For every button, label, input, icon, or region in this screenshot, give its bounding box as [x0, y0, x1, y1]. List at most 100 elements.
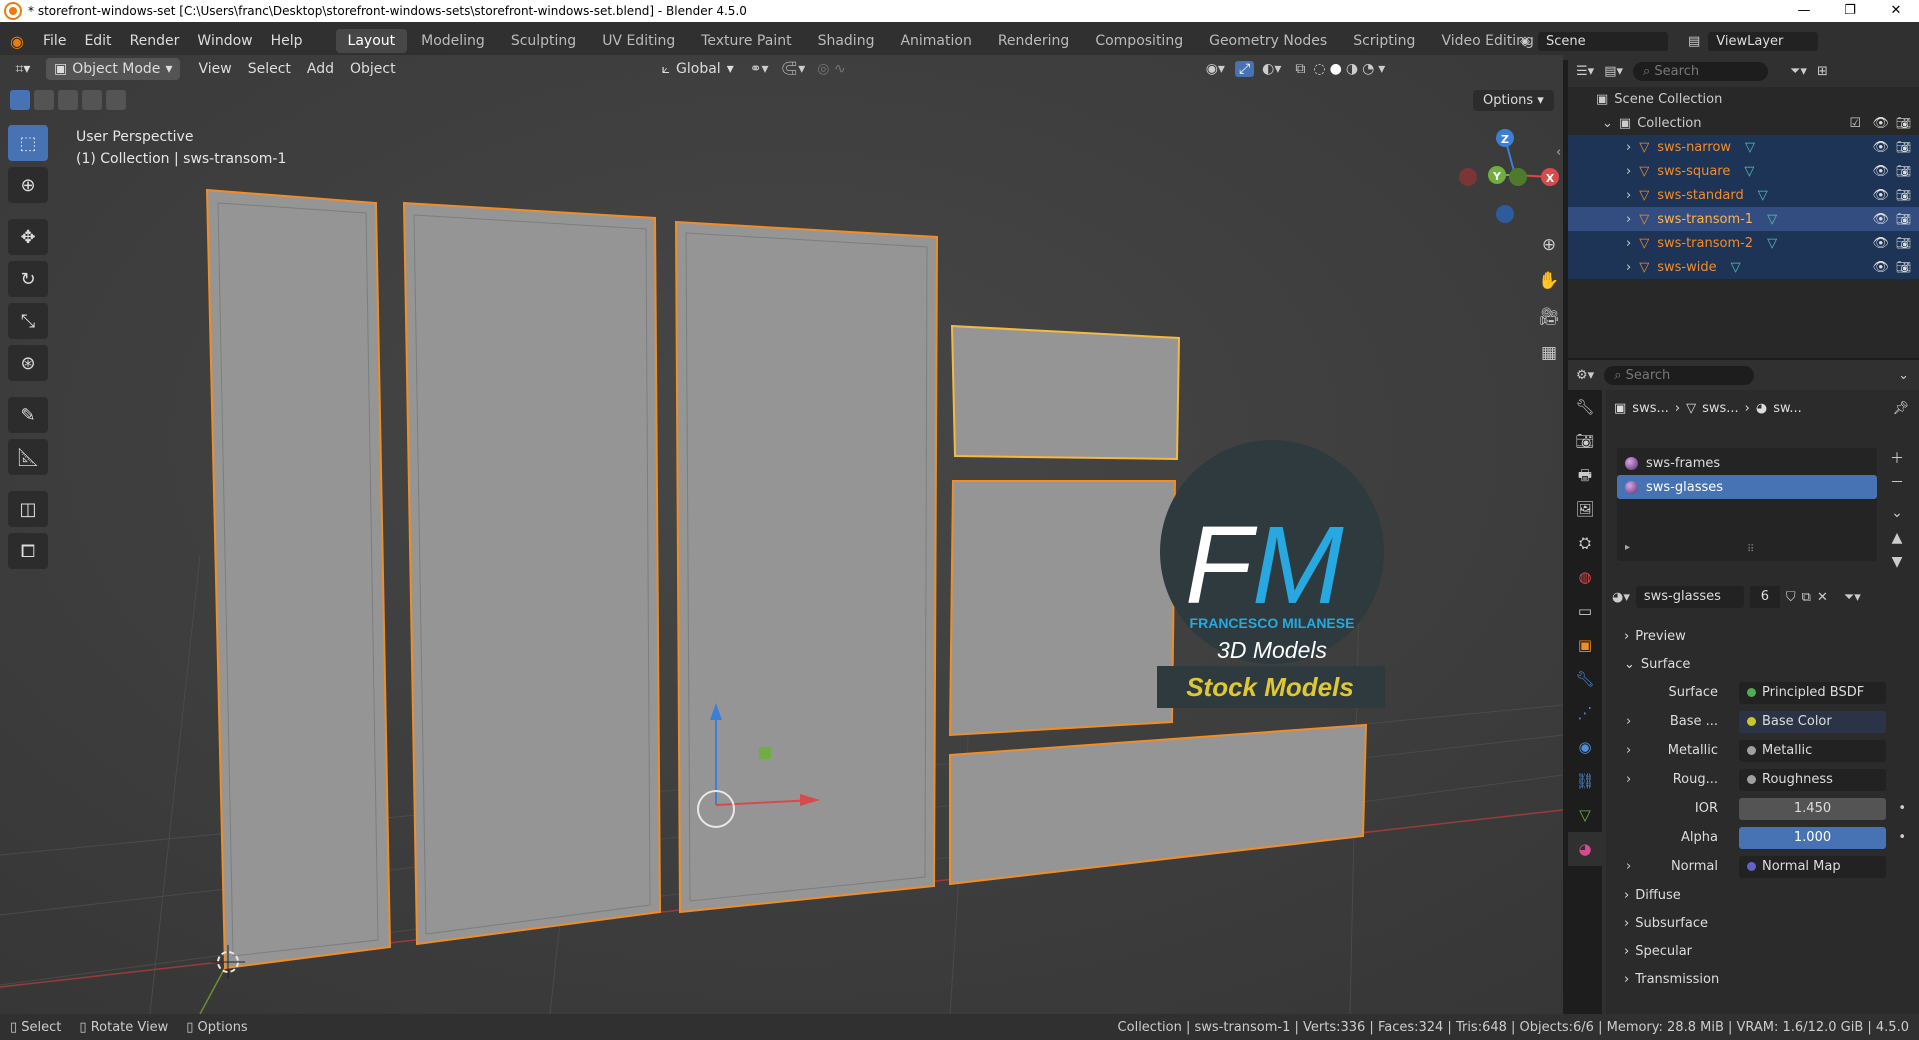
- menu-edit[interactable]: Edit: [75, 33, 120, 49]
- slot-specials-icon[interactable]: ⌄: [1885, 496, 1909, 530]
- eye-icon[interactable]: 👁︎: [1872, 188, 1889, 203]
- xray-icon[interactable]: ⧉: [1295, 61, 1305, 77]
- minimize-button[interactable]: —: [1781, 0, 1827, 22]
- viewlayer-icon[interactable]: ▤: [1688, 34, 1700, 49]
- select-invert-icon[interactable]: [82, 90, 102, 110]
- mesh-data-icon[interactable]: ▽: [1731, 260, 1741, 275]
- material-slot-sws-frames[interactable]: sws-frames: [1617, 451, 1877, 475]
- mode-selector[interactable]: ▣ Object Mode ▾: [46, 58, 181, 80]
- add-cube-tool[interactable]: ◫: [8, 491, 48, 527]
- close-button[interactable]: ✕: [1873, 0, 1919, 22]
- expand-arrow-icon[interactable]: ›: [1626, 772, 1631, 787]
- panel-sws-square[interactable]: [402, 201, 662, 946]
- menu-render[interactable]: Render: [121, 33, 189, 49]
- outliner-item-sws-narrow[interactable]: › ▽ sws-narrow ▽ 👁︎ 📷︎: [1568, 135, 1919, 159]
- output-tab-icon[interactable]: 🖶︎: [1568, 458, 1602, 492]
- properties-editor-icon[interactable]: ⚙▾: [1576, 368, 1594, 383]
- constraints-tab-icon[interactable]: ⛓: [1568, 764, 1602, 798]
- viewlayer-selector[interactable]: ViewLayer: [1708, 31, 1819, 51]
- gizmo-toggle-icon[interactable]: ⤢: [1234, 61, 1255, 77]
- rotate-tool[interactable]: ↻: [8, 261, 48, 297]
- scene-icon[interactable]: ◈: [1520, 34, 1530, 49]
- select-box-tool[interactable]: ⬚: [8, 125, 48, 161]
- expand-arrow-icon[interactable]: ›: [1626, 212, 1631, 227]
- panel-sws-narrow[interactable]: [205, 188, 392, 970]
- select-new-icon[interactable]: [10, 90, 30, 110]
- keyframe-dot-icon[interactable]: •: [1898, 801, 1906, 816]
- shading-modes[interactable]: ◌ ● ◑ ◔ ▾: [1313, 61, 1385, 77]
- measure-tool[interactable]: 📐︎: [8, 439, 48, 475]
- data-tab-icon[interactable]: ▽: [1568, 798, 1602, 832]
- modifier-tab-icon[interactable]: 🔧︎: [1568, 662, 1602, 696]
- properties-search-input[interactable]: ⌕ Search: [1604, 365, 1755, 385]
- properties-options-icon[interactable]: ⌄: [1898, 368, 1909, 383]
- add-object-tool[interactable]: ⧠: [8, 533, 48, 569]
- panel-sws-transom-2[interactable]: [948, 480, 1177, 737]
- restore-button[interactable]: ❐: [1827, 0, 1873, 22]
- transmission-section[interactable]: › Transmission: [1612, 965, 1912, 993]
- resize-handle-icon[interactable]: ⠿: [1747, 544, 1754, 555]
- select-subtract-icon[interactable]: [58, 90, 78, 110]
- material-shading-icon[interactable]: ◑: [1346, 61, 1358, 77]
- eye-icon[interactable]: 👁︎: [1872, 116, 1889, 131]
- ortho-grid-icon[interactable]: ▦: [1534, 338, 1564, 368]
- eye-icon[interactable]: 👁︎: [1872, 164, 1889, 179]
- expand-arrow-icon[interactable]: ›: [1626, 188, 1631, 203]
- filter-icon[interactable]: ⏷▾: [1790, 64, 1807, 79]
- 3d-viewport[interactable]: F M FRANCESCO MILANESE 3D Models Stock M…: [0, 55, 1563, 1014]
- diffuse-section[interactable]: › Diffuse: [1612, 881, 1912, 909]
- remove-slot-button[interactable]: －: [1885, 472, 1909, 496]
- tab-rendering[interactable]: Rendering: [986, 29, 1082, 53]
- menu-select[interactable]: Select: [240, 58, 299, 80]
- overlay-icon[interactable]: ◐▾: [1262, 61, 1281, 77]
- material-name-field[interactable]: sws-glasses: [1635, 586, 1744, 608]
- exclude-checkbox[interactable]: ☑: [1849, 116, 1861, 131]
- proportional-edit-icon[interactable]: ◎ ∿: [817, 61, 845, 77]
- tab-animation[interactable]: Animation: [888, 29, 983, 53]
- render-tab-icon[interactable]: 📷︎: [1568, 424, 1602, 458]
- render-camera-icon[interactable]: 📷︎: [1896, 260, 1911, 274]
- pivot-icon[interactable]: ⚭▾: [750, 61, 769, 77]
- eye-icon[interactable]: 👁︎: [1872, 140, 1889, 155]
- tab-geometry-nodes[interactable]: Geometry Nodes: [1197, 29, 1339, 53]
- object-tab-icon[interactable]: ▣: [1568, 628, 1602, 662]
- gizmo-neg-x[interactable]: [1459, 168, 1477, 186]
- options-button[interactable]: Options ▾: [1473, 90, 1554, 111]
- outliner-search-input[interactable]: ⌕ Search: [1633, 61, 1768, 81]
- menu-window[interactable]: Window: [188, 33, 261, 49]
- mesh-data-icon[interactable]: ▽: [1767, 236, 1777, 251]
- tool-tab-icon[interactable]: 🔧︎: [1568, 390, 1602, 424]
- unlink-material-icon[interactable]: ✕: [1817, 590, 1828, 605]
- menu-file[interactable]: File: [34, 33, 75, 49]
- expand-arrow-icon[interactable]: ›: [1626, 714, 1631, 729]
- alpha-field[interactable]: 1.000: [1739, 826, 1886, 849]
- zoom-icon[interactable]: ⊕: [1534, 230, 1564, 260]
- tab-modeling[interactable]: Modeling: [409, 29, 497, 53]
- expand-arrow-icon[interactable]: ›: [1626, 743, 1631, 758]
- physics-tab-icon[interactable]: ◉: [1568, 730, 1602, 764]
- transform-orientation[interactable]: ⟀ Global ▾: [662, 61, 734, 77]
- visibility-icon[interactable]: ◉▾: [1206, 61, 1225, 77]
- gizmo-neg-y[interactable]: [1509, 168, 1527, 186]
- roughness-field[interactable]: Roughness: [1739, 768, 1886, 791]
- fake-user-icon[interactable]: ⛉: [1786, 590, 1796, 605]
- expand-arrow-icon[interactable]: ⌄: [1602, 116, 1613, 131]
- new-collection-icon[interactable]: ⊞: [1817, 64, 1828, 79]
- tab-uv-editing[interactable]: UV Editing: [590, 29, 687, 53]
- menu-object[interactable]: Object: [342, 58, 404, 80]
- expand-arrow-icon[interactable]: ›: [1626, 140, 1631, 155]
- transform-tool[interactable]: ⊛: [8, 345, 48, 381]
- material-tab-icon[interactable]: ◕: [1568, 832, 1602, 866]
- expand-arrow-icon[interactable]: ›: [1626, 260, 1631, 275]
- metallic-field[interactable]: Metallic: [1739, 739, 1886, 762]
- pan-hand-icon[interactable]: ✋: [1534, 266, 1564, 296]
- tab-sculpting[interactable]: Sculpting: [499, 29, 588, 53]
- collection-row[interactable]: ⌄ ▣ Collection ☑ 👁︎ 📷︎: [1568, 111, 1919, 135]
- material-slot-sws-glasses[interactable]: sws-glasses: [1617, 475, 1877, 499]
- duplicate-material-icon[interactable]: ⧉: [1802, 590, 1811, 605]
- outliner-editor-icon[interactable]: ☰▾: [1576, 64, 1594, 79]
- panel-sws-transom-1[interactable]: [950, 324, 1181, 461]
- outliner-item-sws-transom-1[interactable]: › ▽ sws-transom-1 ▽ 👁︎ 📷︎: [1568, 207, 1919, 231]
- render-camera-icon[interactable]: 📷︎: [1896, 164, 1911, 178]
- solid-shading-icon[interactable]: ●: [1330, 61, 1342, 77]
